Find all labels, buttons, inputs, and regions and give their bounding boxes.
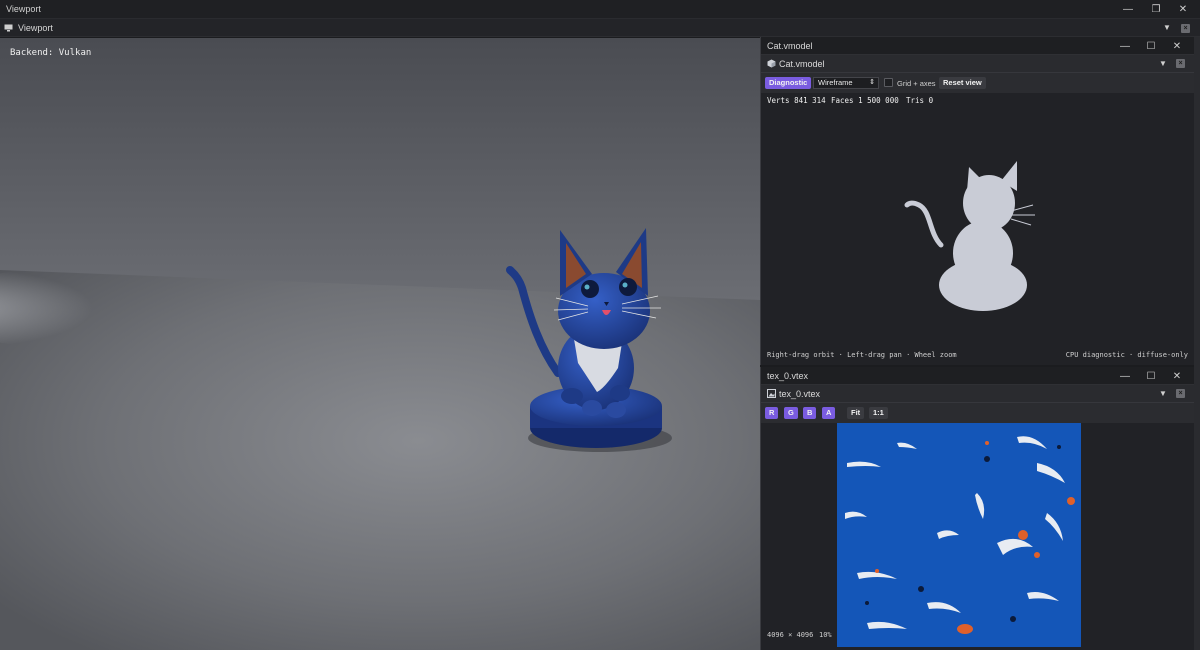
channel-b-toggle[interactable]: B (803, 407, 817, 419)
controls-hint: Right-drag orbit · Left-drag pan · Wheel… (767, 351, 957, 359)
channel-a-toggle[interactable]: A (822, 407, 836, 419)
tab-viewport-label: Viewport (18, 23, 53, 33)
viewport-tab-row: Viewport ▼ × (0, 19, 1200, 37)
minimize-button[interactable]: — (1116, 0, 1140, 19)
maximize-button[interactable]: ☐ (1139, 367, 1163, 385)
window-titlebar[interactable]: Viewport — ❐ ✕ (0, 0, 1200, 19)
texture-panel-titlebar[interactable]: tex_0.vtex — ☐ ✕ (761, 367, 1194, 385)
texture-toolbar: R G B A Fit 1:1 (761, 403, 1194, 423)
monitor-icon (4, 24, 13, 32)
texture-zoom: 10% (819, 631, 832, 639)
close-button[interactable]: ✕ (1171, 0, 1195, 19)
chevron-down-icon[interactable]: ▼ (1163, 23, 1171, 32)
reset-view-button[interactable]: Reset view (939, 77, 986, 89)
chevron-down-icon[interactable]: ▼ (1159, 59, 1167, 68)
image-icon (767, 389, 776, 398)
one-to-one-button[interactable]: 1:1 (869, 407, 888, 419)
updown-icon: ⇕ (869, 79, 875, 86)
grid-axes-label: Grid + axes (897, 79, 936, 88)
model-panel-titlebar[interactable]: Cat.vmodel — ☐ ✕ (761, 37, 1194, 55)
chevron-down-icon[interactable]: ▼ (1159, 389, 1167, 398)
backend-label: Backend: Vulkan (10, 48, 92, 58)
texture-panel: tex_0.vtex — ☐ ✕ tex_0.vtex ▼ × R G B A … (760, 367, 1194, 650)
texture-image (837, 423, 1081, 647)
model-preview-canvas[interactable]: Verts 841 314 Faces 1 500 000 Tris 0 Rig… (761, 93, 1194, 365)
cube-icon (767, 59, 776, 68)
close-button[interactable]: ✕ (1165, 367, 1189, 385)
texture-dimensions: 4096 × 4096 (767, 631, 814, 639)
model-panel-tab-row: Cat.vmodel ▼ × (761, 55, 1194, 73)
scrollbar[interactable] (1194, 37, 1200, 650)
close-tab-icon[interactable]: × (1176, 59, 1185, 68)
fit-button[interactable]: Fit (847, 407, 865, 419)
window-title: Viewport (6, 4, 41, 14)
render-mode-note: CPU diagnostic · diffuse-only (1065, 351, 1188, 359)
render-mode-value: Wireframe (818, 78, 853, 87)
maximize-button[interactable]: ☐ (1139, 37, 1163, 55)
texture-preview-canvas[interactable]: 4096 × 4096 10% (761, 423, 1194, 650)
close-button[interactable]: ✕ (1165, 37, 1189, 55)
render-mode-select[interactable]: Wireframe ⇕ (813, 77, 879, 89)
close-tab-icon[interactable]: × (1176, 389, 1185, 398)
tab-cat-vmodel[interactable]: Cat.vmodel (779, 59, 825, 69)
minimize-button[interactable]: — (1113, 367, 1137, 385)
tab-tex-vtex[interactable]: tex_0.vtex (779, 389, 820, 399)
cat-silhouette (904, 161, 1035, 311)
channel-r-toggle[interactable]: R (765, 407, 779, 419)
model-panel: Cat.vmodel — ☐ ✕ Cat.vmodel ▼ × Diagnost… (760, 37, 1194, 365)
grid-axes-checkbox[interactable] (884, 78, 893, 87)
texture-panel-tab-row: tex_0.vtex ▼ × (761, 385, 1194, 403)
model-toolbar: Diagnostic Wireframe ⇕ Grid + axes Reset… (761, 73, 1194, 93)
channel-g-toggle[interactable]: G (784, 407, 798, 419)
scene-render (0, 38, 760, 650)
minimize-button[interactable]: — (1113, 37, 1137, 55)
viewport-3d-scene[interactable]: Backend: Vulkan (0, 38, 760, 650)
model-panel-title: Cat.vmodel (767, 41, 813, 51)
diagnostic-button[interactable]: Diagnostic (765, 77, 812, 89)
restore-button[interactable]: ❐ (1144, 0, 1168, 19)
texture-panel-title: tex_0.vtex (767, 371, 809, 381)
tab-viewport[interactable]: Viewport (4, 19, 53, 37)
close-tab-icon[interactable]: × (1181, 24, 1190, 33)
